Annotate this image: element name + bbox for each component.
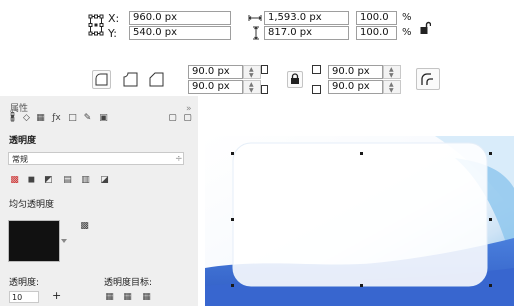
selection-handle-middle-left[interactable] (231, 218, 234, 221)
rectangle-icon[interactable]: ▢ (168, 114, 177, 123)
round-corner-icon (95, 73, 108, 86)
fill-icon[interactable]: 🖁 (8, 114, 17, 123)
canvas-area[interactable] (205, 118, 514, 306)
target-fill-icon[interactable]: ▦ (105, 293, 114, 302)
dropdown-arrow-icon: ÷ (175, 154, 183, 164)
blend-mode-dropdown[interactable]: 常规 ÷ (8, 152, 184, 165)
lock-icon (291, 73, 299, 84)
selection-handle-top-right[interactable] (489, 152, 492, 155)
width-field[interactable]: 1,593.0 px (264, 11, 349, 25)
workspace: X: Y: 960.0 px 540.0 px 1,593.0 px 817.0… (0, 0, 514, 306)
pattern-icon[interactable]: ▦ (36, 114, 45, 123)
relative-corner-scale-button[interactable] (416, 68, 440, 90)
uniform-transparency-label: 均匀透明度 (9, 200, 55, 210)
corner-radius-top-right[interactable]: 90.0 px (328, 65, 383, 79)
height-arrows-icon (253, 26, 259, 40)
relative-corner-scale-icon (421, 73, 433, 85)
outline-icon[interactable]: ◇ (22, 114, 31, 123)
frame-icon[interactable]: □ (68, 114, 77, 123)
opacity-input[interactable]: 10 (9, 291, 39, 303)
corner-round-button[interactable] (92, 70, 111, 89)
spinner-top-right[interactable]: ▲ ▼ (383, 65, 401, 79)
transparency-swatch[interactable] (8, 220, 60, 262)
vector-pattern-transparency-icon[interactable]: ▤ (63, 176, 72, 185)
image-icon[interactable]: ▣ (99, 114, 108, 123)
chamfer-corner-icon[interactable] (148, 71, 165, 88)
rectangle-alt-icon[interactable]: ▢ (183, 114, 192, 123)
canvas-artwork (205, 136, 514, 306)
corner-radius-top-left[interactable]: 90.0 px (188, 65, 243, 79)
corner-tl-indicator-icon (261, 65, 268, 94)
y-label: Y: (108, 27, 117, 40)
spinner-top-left[interactable]: ▲ ▼ (243, 65, 261, 79)
effects-icon[interactable]: ƒx (52, 114, 61, 123)
properties-panel: 属性 » 🖁 ◇ ▦ ƒx □ ✎ ▣ ▢ ▢ 透明度 常规 ÷ ▩ ◼ ◩ ▤… (0, 96, 198, 306)
corner-tr-indicator-icon (312, 65, 321, 94)
transform-toolbar: X: Y: 960.0 px 540.0 px 1,593.0 px 817.0… (86, 8, 456, 44)
color-picker-icon[interactable]: ▩ (80, 222, 89, 231)
selection-handle-bottom-left[interactable] (231, 284, 234, 287)
selection-handle-top-center[interactable] (360, 152, 363, 155)
no-transparency-icon[interactable]: ▩ (10, 176, 19, 185)
selection-handle-bottom-right[interactable] (489, 284, 492, 287)
spinner-bottom-right[interactable]: ▲ ▼ (383, 80, 401, 94)
spinner-bottom-left[interactable]: ▲ ▼ (243, 80, 261, 94)
blend-mode-value: 常规 (12, 155, 28, 164)
lock-corners-button[interactable] (287, 71, 303, 88)
selection-handle-top-left[interactable] (231, 152, 234, 155)
fountain-transparency-icon[interactable]: ◩ (44, 176, 53, 185)
scale-width-field[interactable]: 100.0 (356, 11, 397, 25)
height-field[interactable]: 817.0 px (264, 26, 349, 40)
swatch-dropdown-arrow[interactable] (61, 239, 67, 243)
target-all-icon[interactable]: ▦ (142, 293, 151, 302)
percent-label-w: % (402, 12, 412, 23)
transparency-type-row: ▩ ◼ ◩ ▤ ▥ ◪ (8, 176, 128, 188)
percent-label-h: % (402, 27, 412, 38)
selection-handle-middle-right[interactable] (489, 218, 492, 221)
uniform-transparency-icon[interactable]: ◼ (27, 176, 36, 185)
section-title-transparency: 透明度 (9, 136, 37, 146)
scallop-corner-icon[interactable] (122, 71, 139, 88)
corner-radius-bottom-right[interactable]: 90.0 px (328, 80, 383, 94)
opacity-target-label: 透明度目标: (104, 278, 153, 288)
target-outline-icon[interactable]: ▦ (123, 293, 132, 302)
pencil-icon[interactable]: ✎ (83, 114, 92, 123)
panel-icon-row: 🖁 ◇ ▦ ƒx □ ✎ ▣ ▢ ▢ (8, 114, 198, 126)
opacity-label: 透明度: (9, 278, 40, 288)
corner-radius-bottom-left[interactable]: 90.0 px (188, 80, 243, 94)
opacity-value: 10 (12, 293, 23, 302)
texture-transparency-icon[interactable]: ◪ (100, 176, 109, 185)
width-arrows-icon (248, 15, 262, 21)
anchor-grid-icon[interactable] (88, 11, 104, 39)
x-position-field[interactable]: 960.0 px (129, 11, 231, 25)
lock-open-icon[interactable] (420, 21, 431, 35)
scale-height-field[interactable]: 100.0 (356, 26, 397, 40)
x-label: X: (108, 12, 120, 25)
y-position-field[interactable]: 540.0 px (129, 26, 231, 40)
selection-handle-bottom-center[interactable] (360, 284, 363, 287)
opacity-plus-button[interactable]: + (52, 290, 61, 301)
bitmap-pattern-transparency-icon[interactable]: ▥ (81, 176, 90, 185)
